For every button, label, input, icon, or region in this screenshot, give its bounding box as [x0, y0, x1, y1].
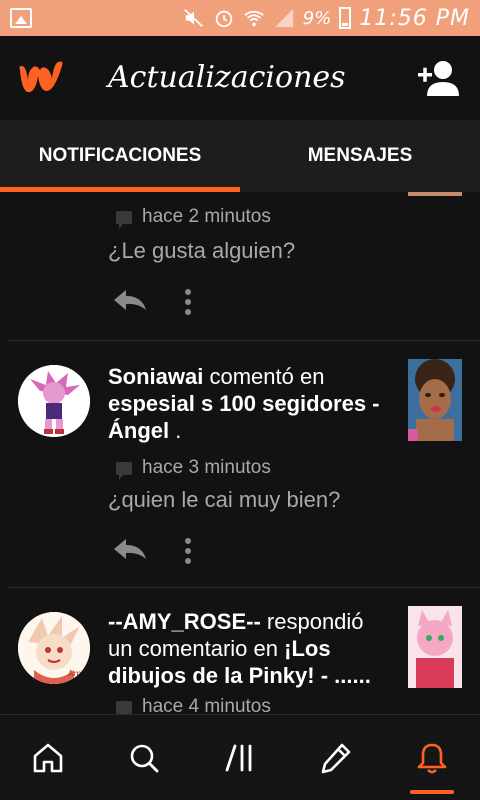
notification-item[interactable]: Am --AMY_ROSE-- respondió un comentario …: [0, 588, 480, 714]
mute-icon: [183, 9, 203, 27]
notification-text[interactable]: Soniawai comentó en espesial s 100 segid…: [108, 363, 394, 444]
notification-time: hace 2 minutos: [142, 206, 271, 227]
svg-text:Am: Am: [68, 669, 81, 678]
notification-action: comentó en: [209, 364, 325, 389]
battery-percent: 9%: [302, 7, 332, 29]
notification-username[interactable]: Soniawai: [108, 364, 203, 389]
nav-write[interactable]: [288, 715, 384, 800]
tab-messages[interactable]: MENSAJES: [240, 120, 480, 192]
user-avatar[interactable]: [18, 365, 90, 437]
add-user-icon[interactable]: [418, 58, 460, 98]
page-title: Actualizaciones: [108, 60, 346, 95]
more-options-icon[interactable]: [184, 537, 192, 565]
nav-search[interactable]: [96, 715, 192, 800]
notification-feed[interactable]: hace 2 minutos ¿Le gusta alguien? Soniaw…: [0, 192, 480, 714]
alarm-icon: [215, 10, 233, 28]
home-icon: [33, 743, 63, 772]
bell-icon: [417, 743, 447, 773]
search-icon: [130, 744, 159, 772]
story-cover-thumbnail[interactable]: [408, 606, 462, 688]
reply-icon[interactable]: [112, 537, 148, 561]
story-cover-thumbnail[interactable]: [408, 359, 462, 441]
reply-icon[interactable]: [112, 288, 148, 312]
story-cover-thumbnail[interactable]: [408, 192, 462, 196]
clock: 11:56 PM: [359, 5, 470, 31]
notification-item[interactable]: hace 2 minutos ¿Le gusta alguien?: [0, 192, 480, 342]
comment-text: ¿Le gusta alguien?: [108, 238, 296, 263]
nav-notifications[interactable]: [384, 715, 480, 800]
notification-item[interactable]: Soniawai comentó en espesial s 100 segid…: [0, 341, 480, 587]
nav-home[interactable]: [0, 715, 96, 800]
wifi-icon: [244, 10, 264, 27]
signal-icon: [274, 8, 293, 28]
gallery-notification-icon: [10, 8, 32, 28]
notification-meta: hace 3 minutos: [116, 457, 271, 480]
wattpad-logo[interactable]: [16, 58, 68, 98]
comment-text: ¿quien le cai muy bien?: [108, 487, 341, 512]
user-avatar[interactable]: Am: [18, 612, 90, 684]
notification-meta: hace 4 minutos: [116, 696, 271, 714]
notification-text[interactable]: --AMY_ROSE-- respondió un comentario en …: [108, 608, 394, 689]
comment-bubble-icon: [116, 700, 132, 714]
more-options-icon[interactable]: [184, 288, 192, 316]
notification-meta: hace 2 minutos: [116, 206, 271, 229]
comment-bubble-icon: [116, 461, 132, 480]
tab-bar: NOTIFICACIONES MENSAJES: [0, 120, 480, 192]
nav-library[interactable]: [192, 715, 288, 800]
comment-bubble-icon: [116, 210, 132, 229]
battery-icon: [339, 7, 352, 29]
tab-notifications[interactable]: NOTIFICACIONES: [0, 120, 240, 192]
app-header: Actualizaciones: [0, 36, 480, 120]
notification-time: hace 4 minutos: [142, 696, 271, 714]
library-icon: [225, 744, 252, 771]
bottom-navigation: [0, 714, 480, 800]
notification-username[interactable]: --AMY_ROSE--: [108, 609, 261, 634]
status-bar: 9% 11:56 PM: [0, 0, 480, 36]
notification-time: hace 3 minutos: [142, 457, 271, 478]
notification-end: .: [175, 418, 182, 443]
write-icon: [321, 743, 351, 773]
notification-story-title[interactable]: espesial s 100 segidores - Ángel: [108, 391, 380, 443]
